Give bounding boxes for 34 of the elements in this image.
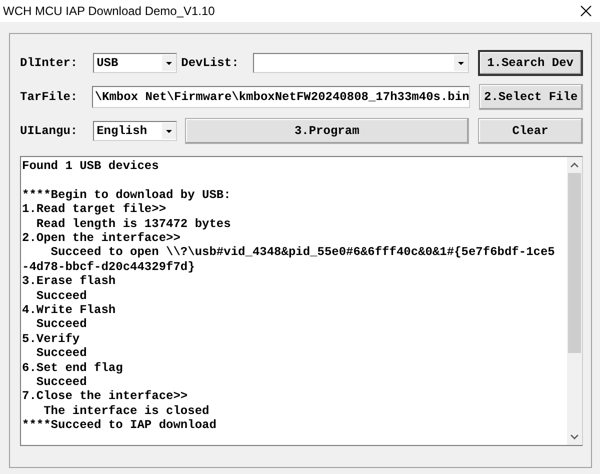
scrollbar[interactable] [567, 157, 582, 445]
log-line: 3.Erase flash [22, 274, 117, 289]
close-icon[interactable] [580, 5, 592, 17]
window-title: WCH MCU IAP Download Demo_V1.10 [3, 4, 215, 18]
device-dropdown[interactable] [252, 53, 469, 73]
log-line: ****Begin to download by USB: [22, 188, 232, 202]
log-line: 4.Write Flash [22, 303, 117, 318]
program-button[interactable]: 3.Program [185, 118, 469, 144]
log-line: Found 1 USB devices [22, 159, 160, 174]
field-label: UILangu: [20, 124, 79, 138]
log-line: 2.Open the interface>> [22, 231, 182, 246]
clear-button[interactable]: Clear [478, 118, 583, 144]
log-line: Succeed [35, 317, 88, 332]
log-line: Succeed [35, 346, 88, 361]
field-label: DevList: [180, 56, 240, 70]
log-line: ****Succeed to IAP download [22, 418, 218, 433]
log-line: 6.Set end flag [22, 360, 124, 376]
field-label: DlInter: [20, 56, 79, 70]
scrollbar-thumb[interactable] [568, 173, 581, 353]
log-line: Read length is 137472 bytes [35, 216, 232, 232]
log-line: Succeed [35, 288, 88, 304]
select-file-button[interactable]: 2.Select File [478, 84, 584, 110]
log-line: -4d78-bbcf-d20c44329f7d} [22, 260, 196, 274]
language-dropdown[interactable]: English [92, 121, 178, 141]
log-line: Succeed [35, 375, 88, 390]
interface-dropdown[interactable]: USB [92, 53, 178, 73]
field-label: TarFile: [20, 90, 79, 104]
search-device-button[interactable]: 1.Search Dev [478, 50, 583, 76]
log-line: 1.Read target file>> [22, 202, 168, 217]
log-line: 5.Verify [22, 332, 81, 346]
log-line: Succeed to open \\?\usb#vid_4348&pid_55e0#6&6fff40c&0&1#{5e7f6bdf-1ce5 [50, 245, 556, 260]
log-line: The interface is closed [42, 404, 210, 418]
log-line: 7.Close the interface>> [22, 389, 189, 404]
file-path-field[interactable]: \Kmbox Net\Firmware\kmboxNetFW20240808_17h33m40s.bin [92, 86, 470, 108]
